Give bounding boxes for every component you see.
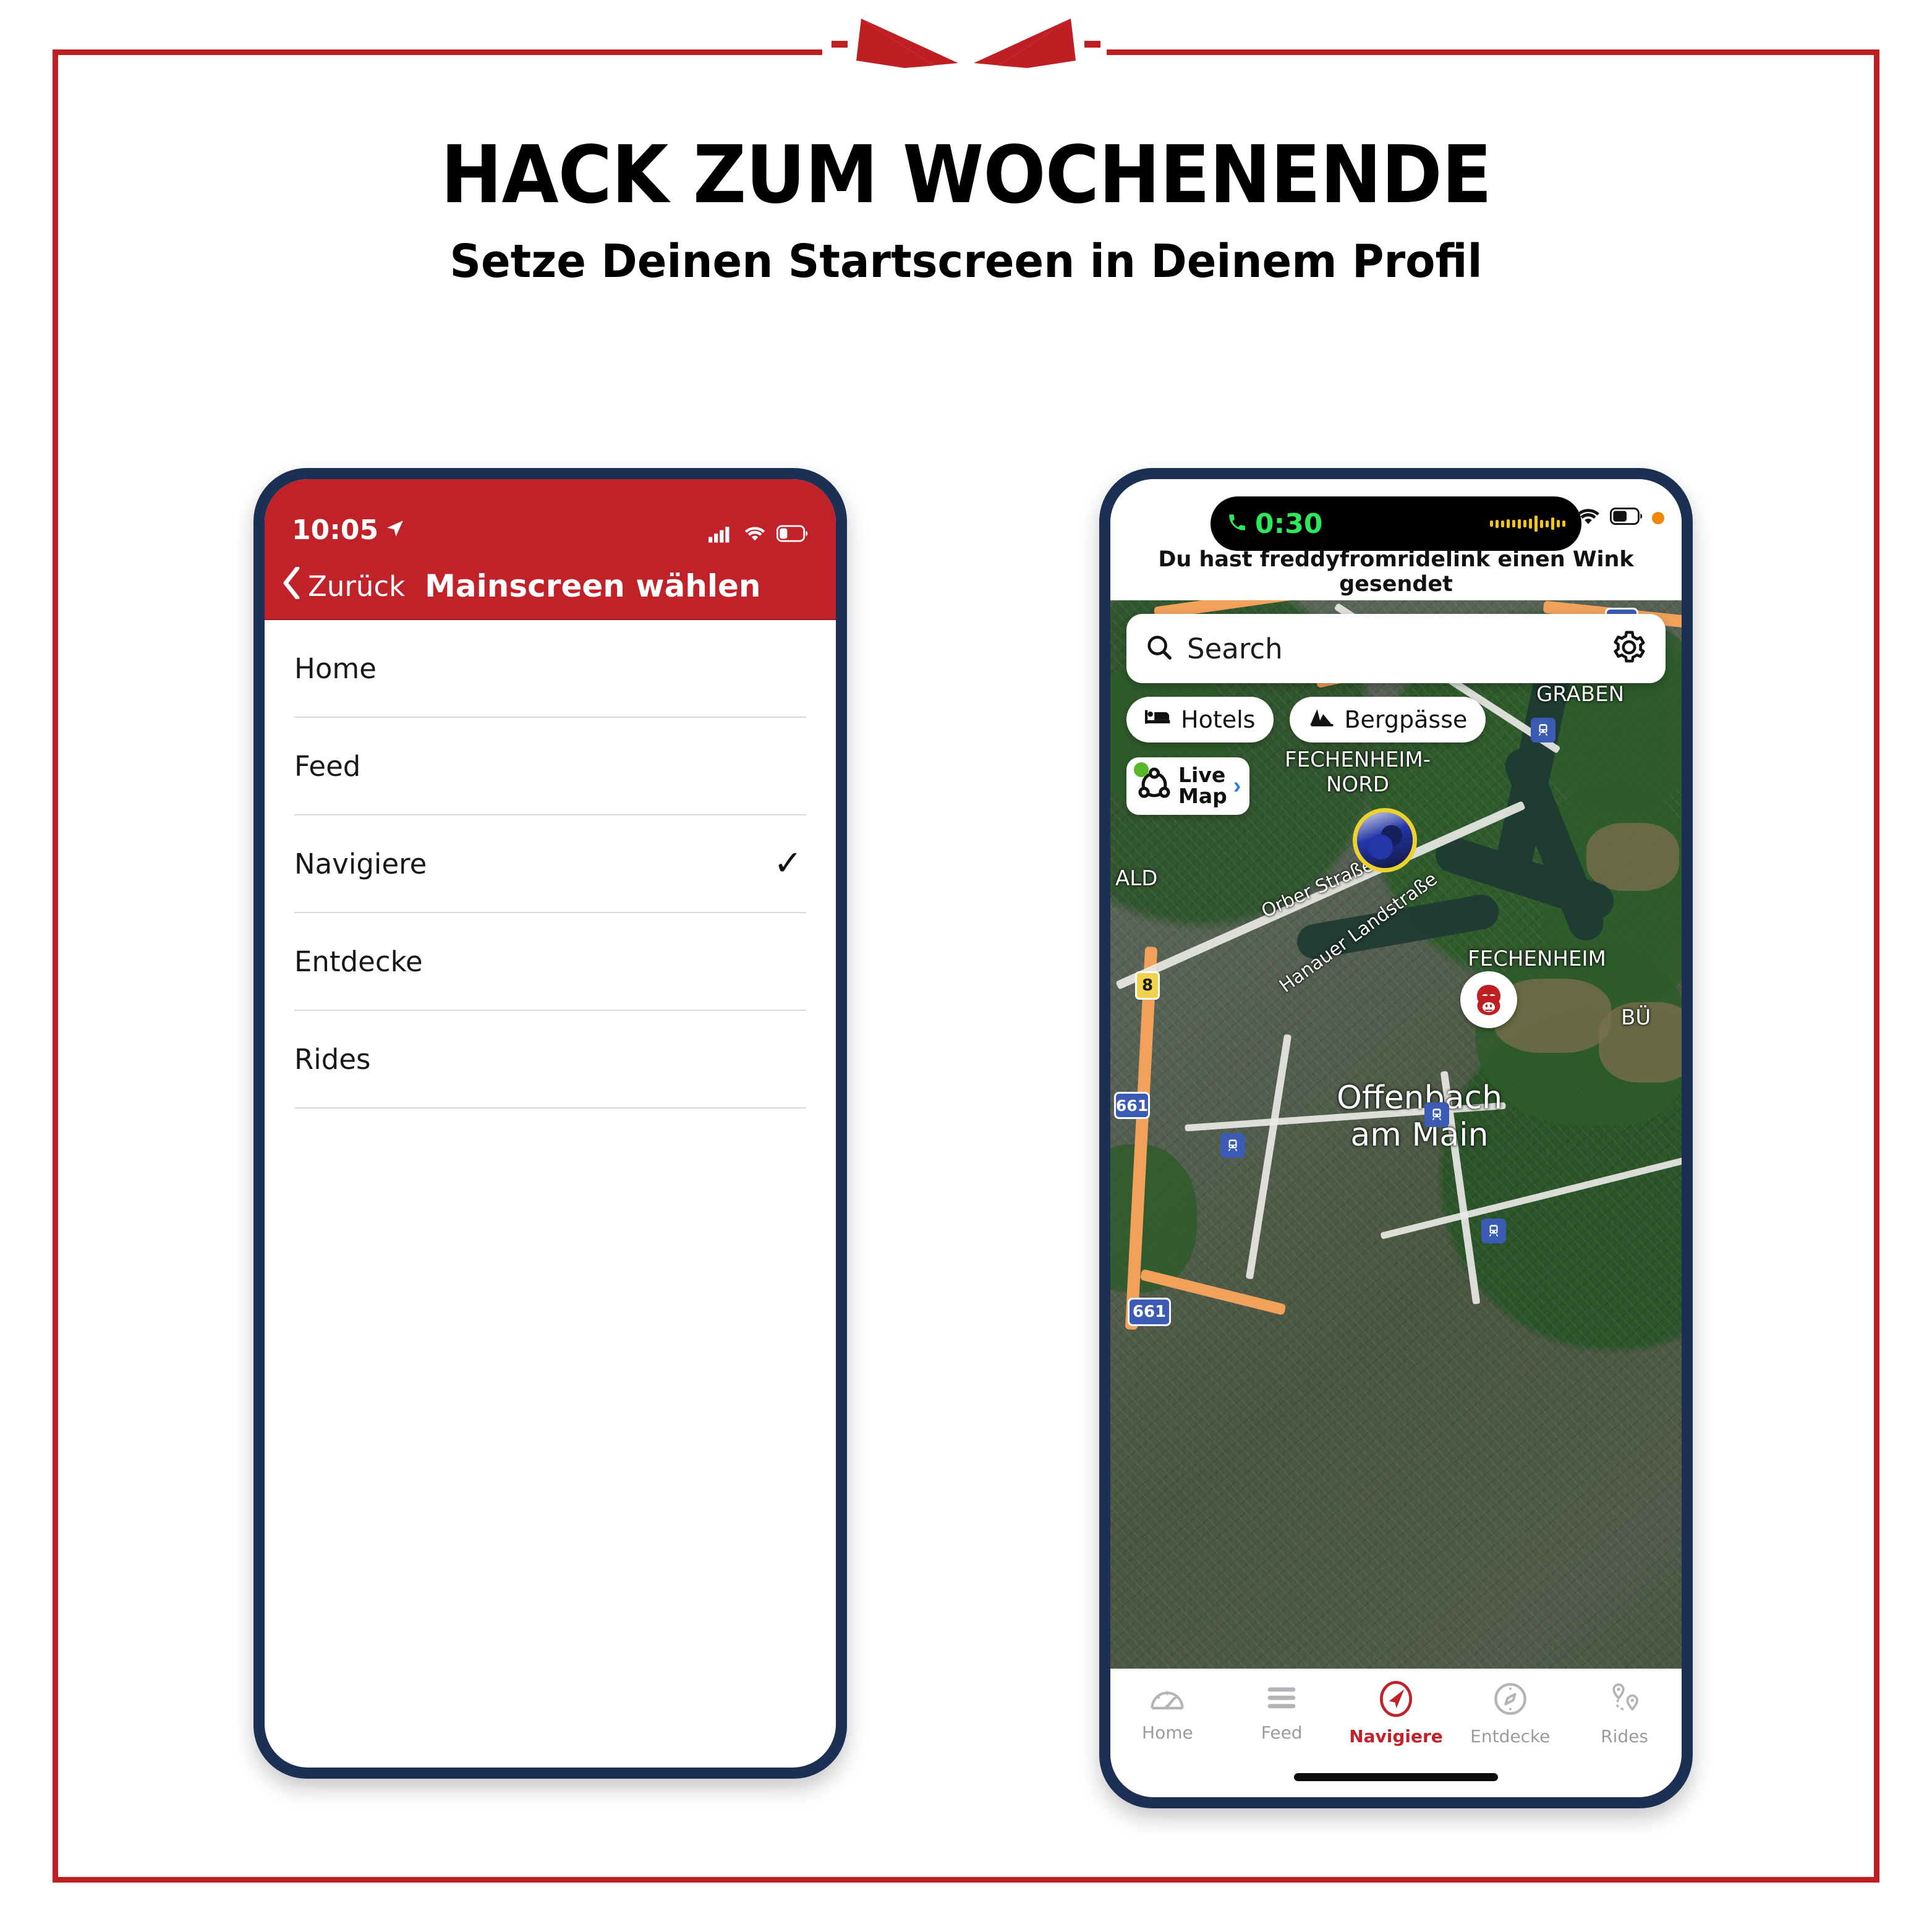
back-label: Zurück <box>308 569 406 603</box>
back-button[interactable]: Zurück <box>282 566 406 606</box>
motorcycle-photo <box>1357 812 1413 868</box>
list-item-label: Rides <box>294 1042 371 1076</box>
battery-low-icon <box>777 525 809 545</box>
phone-call-icon <box>1227 508 1248 540</box>
list-item[interactable]: Home <box>294 620 806 718</box>
phone-mockup-right: 0:30 Du hast freddyfromridelink einen Wi… <box>1099 468 1693 1808</box>
navigation-arrow-icon <box>1378 1680 1414 1720</box>
checkmark-icon: ✓ <box>773 843 802 883</box>
tab-feed[interactable]: Feed <box>1225 1681 1339 1743</box>
call-status-group: 0:30 <box>1227 508 1322 540</box>
tab-entdecke[interactable]: Entdecke <box>1453 1681 1567 1747</box>
route-pins-icon <box>1607 1681 1643 1720</box>
status-time-group: 10:05 <box>292 514 406 546</box>
call-timer: 0:30 <box>1255 508 1323 540</box>
live-map-card[interactable]: Live Map › <box>1126 757 1250 815</box>
tab-home[interactable]: Home <box>1110 1681 1225 1743</box>
cellular-signal-icon <box>709 524 733 546</box>
chevron-right-icon: › <box>1233 773 1241 799</box>
list-item[interactable]: Feed <box>294 718 806 815</box>
road-shield: 661 <box>1114 1092 1150 1119</box>
right-status-area: 0:30 Du hast freddyfromridelink einen Wi… <box>1110 479 1682 600</box>
transit-station-icon[interactable] <box>1531 718 1555 743</box>
right-status-indicators <box>1575 506 1664 529</box>
chip-label: Bergpässe <box>1344 706 1468 733</box>
chip-bergpaesse[interactable]: Bergpässe <box>1290 697 1486 743</box>
live-map-line2: Map <box>1178 784 1227 809</box>
screen-title: Mainscreen wählen <box>425 568 761 604</box>
chip-hotels[interactable]: Hotels <box>1126 697 1274 743</box>
chip-label: Hotels <box>1181 706 1256 733</box>
status-indicators <box>709 524 809 546</box>
mountain-pass-icon <box>1308 706 1334 733</box>
headline-block: HACK ZUM WOCHENENDE Setze Deinen Startsc… <box>0 129 1932 289</box>
transit-station-icon[interactable] <box>1220 1133 1245 1158</box>
compass-icon <box>1492 1681 1528 1720</box>
mainscreen-option-list: Home Feed Navigiere ✓ Entdecke Rides <box>265 620 836 1109</box>
microphone-in-use-indicator <box>1652 511 1664 524</box>
chevron-left-icon <box>282 566 300 606</box>
list-item[interactable]: Entdecke <box>294 913 806 1011</box>
phone-mockup-left: 10:05 Zurück Mainscreen wählen Home Feed… <box>253 468 847 1779</box>
search-bar[interactable]: Search <box>1126 614 1666 683</box>
transit-station-icon[interactable] <box>1424 1102 1449 1127</box>
gorilla-poi-marker[interactable] <box>1460 971 1517 1028</box>
rider-avatar[interactable] <box>1353 808 1417 872</box>
map-canvas[interactable]: ROTER GRABENFECHENHEIM- NORDFECHENHEIMAL… <box>1110 600 1682 1797</box>
list-item-label: Feed <box>294 749 361 783</box>
gear-icon[interactable] <box>1611 629 1647 668</box>
tab-label: Navigiere <box>1349 1726 1443 1747</box>
status-time: 10:05 <box>292 514 379 546</box>
hamburger-icon <box>1264 1681 1300 1716</box>
live-map-label: Live Map <box>1178 763 1227 809</box>
left-status-bar: 10:05 <box>265 479 836 553</box>
bed-icon <box>1145 706 1171 733</box>
tab-label: Rides <box>1601 1726 1648 1747</box>
list-item[interactable]: Rides <box>294 1011 806 1109</box>
wifi-icon <box>743 524 767 546</box>
tab-navigiere[interactable]: Navigiere <box>1339 1680 1453 1747</box>
left-screen: 10:05 Zurück Mainscreen wählen Home Feed… <box>265 479 836 1768</box>
dynamic-island-call[interactable]: 0:30 <box>1211 496 1581 551</box>
search-left-group: Search <box>1145 632 1283 665</box>
wifi-icon <box>1575 506 1601 529</box>
angry-eyes-logo <box>832 9 1100 70</box>
notification-banner[interactable]: Du hast freddyfromridelink einen Wink ge… <box>1110 547 1682 597</box>
audio-waveform-icon <box>1490 513 1565 534</box>
transit-station-icon[interactable] <box>1481 1219 1506 1243</box>
search-input[interactable]: Search <box>1187 632 1283 665</box>
list-item-label: Entdecke <box>294 945 423 978</box>
road-shield: 8 <box>1135 971 1160 1000</box>
tab-label: Home <box>1142 1722 1193 1743</box>
tab-label: Feed <box>1261 1722 1303 1743</box>
tab-label: Entdecke <box>1470 1726 1551 1747</box>
search-icon <box>1145 633 1173 665</box>
list-item[interactable]: Navigiere ✓ <box>294 815 806 913</box>
left-nav-bar: Zurück Mainscreen wählen <box>265 553 836 620</box>
page-subtitle: Setze Deinen Startscreen in Deinem Profi… <box>449 235 1483 289</box>
gorilla-icon <box>1477 985 1500 1015</box>
right-screen: 0:30 Du hast freddyfromridelink einen Wi… <box>1110 479 1682 1797</box>
road-shield: 661 <box>1128 1298 1171 1326</box>
live-map-line1: Live <box>1178 763 1226 787</box>
home-indicator[interactable] <box>1294 1773 1498 1781</box>
gauge-icon <box>1149 1681 1185 1716</box>
list-item-label: Navigiere <box>294 847 427 880</box>
list-item-label: Home <box>294 652 377 685</box>
page-title: HACK ZUM WOCHENENDE <box>440 129 1492 221</box>
location-arrow-icon <box>385 514 406 546</box>
tab-rides[interactable]: Rides <box>1567 1681 1682 1747</box>
bottom-tab-bar: Home Feed Navigiere Entdecke Rides <box>1110 1669 1682 1797</box>
battery-icon <box>1610 507 1643 529</box>
live-status-dot <box>1134 762 1149 777</box>
map-filter-chips: Hotels Bergpässe <box>1126 697 1486 743</box>
